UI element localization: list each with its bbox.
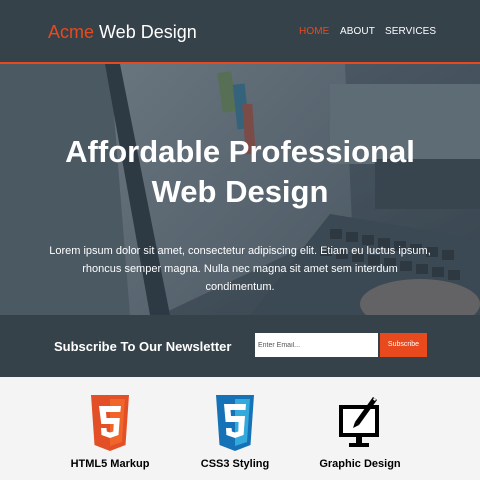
email-input[interactable] — [255, 333, 378, 357]
nav-services[interactable]: SERVICES — [385, 26, 436, 37]
graphic-design-icon — [339, 397, 379, 447]
service-box-graphic-design: Graphic Design — [300, 395, 420, 470]
brand-name: Web Design — [94, 22, 197, 42]
css3-logo-icon — [216, 395, 254, 451]
newsletter-title: Subscribe To Our Newsletter — [54, 339, 232, 354]
brand-highlight: Acme — [48, 22, 95, 42]
site-header: Acme Web Design HOME ABOUT SERVICES — [0, 0, 480, 64]
nav-about[interactable]: ABOUT — [340, 26, 375, 37]
service-title-css3: CSS3 Styling — [200, 458, 270, 470]
service-box-css3: CSS3 Styling — [175, 395, 295, 470]
service-box-html5: HTML5 Markup — [50, 395, 170, 470]
nav-home[interactable]: HOME — [299, 26, 329, 37]
site-logo[interactable]: Acme Web Design — [48, 22, 197, 43]
subscribe-button[interactable]: Subscribe — [380, 333, 427, 357]
services-boxes: HTML5 Markup CSS3 Styling Graphic Design — [0, 377, 480, 480]
service-title-graphic-design: Graphic Design — [319, 458, 401, 470]
service-title-html5: HTML5 Markup — [70, 458, 150, 470]
showcase-title: Affordable Professional Web Design — [65, 134, 415, 209]
html5-logo-icon — [91, 395, 129, 451]
newsletter-bar: Subscribe To Our Newsletter Subscribe — [0, 315, 480, 377]
showcase-hero: Affordable Professional Web Design Lorem… — [0, 64, 480, 315]
showcase-description: Lorem ipsum dolor sit amet, consectetur … — [49, 245, 431, 293]
